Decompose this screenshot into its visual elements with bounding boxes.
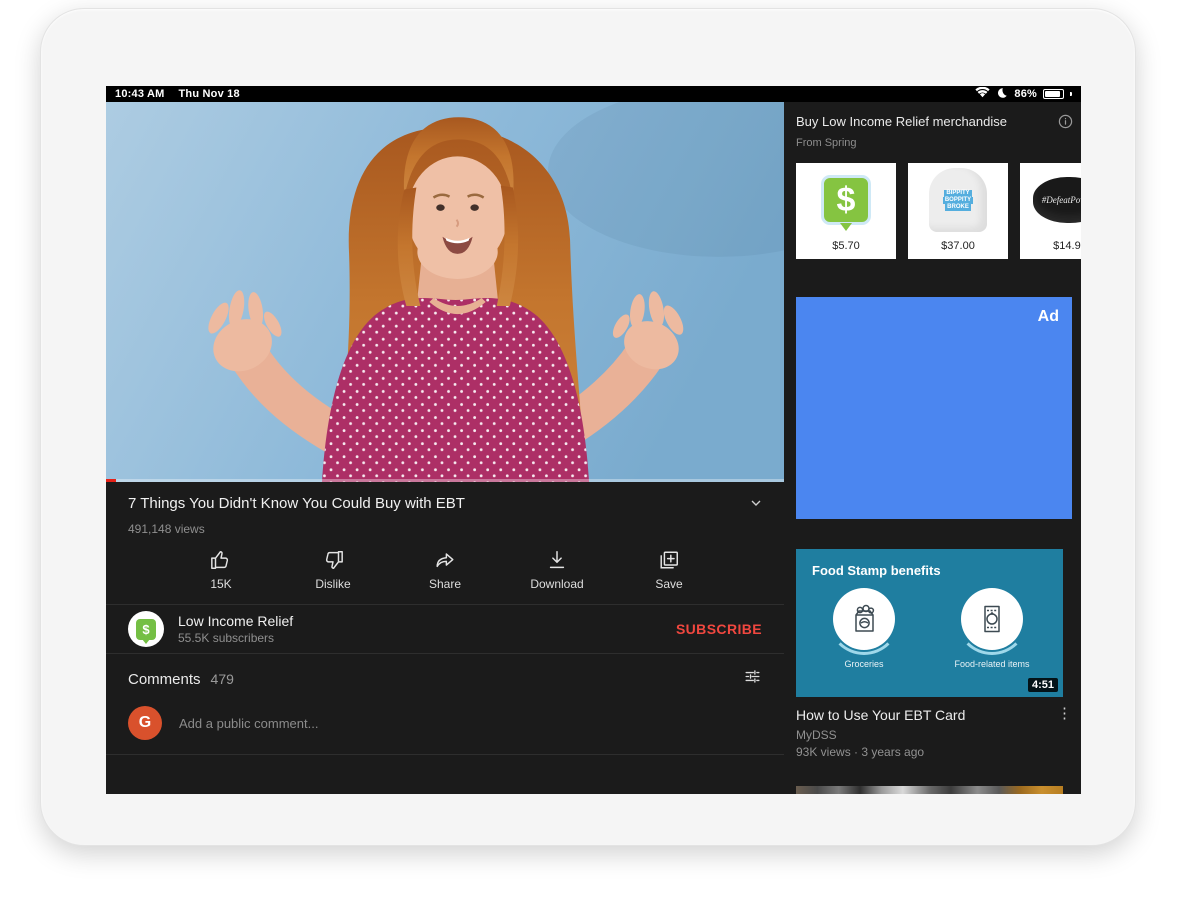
comments-header: Comments 479 (106, 654, 784, 691)
tablet-frame: 10:43 AM Thu Nov 18 86% (40, 8, 1136, 846)
status-time: 10:43 AM (115, 88, 165, 100)
wifi-icon (975, 87, 990, 101)
merch-title: Buy Low Income Relief merchandise (796, 114, 1007, 129)
info-icon[interactable] (1058, 114, 1073, 134)
moon-icon (996, 87, 1008, 102)
merch-card-hoodie[interactable]: BIPPITY BOPPITY BROKE $37.00 (908, 163, 1008, 259)
battery-nub (1070, 92, 1072, 96)
comments-count: 479 (211, 671, 234, 687)
product-price: $37.00 (941, 240, 975, 252)
grocery-bag-icon (833, 588, 895, 650)
share-label: Share (429, 577, 461, 591)
ad-label: Ad (1038, 308, 1059, 326)
thumbnail-item-groceries: Groceries (822, 588, 906, 669)
fanny-pack-graphic: #DefeatPoverty (1033, 177, 1081, 223)
thumbnail-label: Groceries (844, 659, 883, 669)
save-icon (658, 549, 680, 571)
content: 7 Things You Didn't Know You Could Buy w… (106, 102, 1081, 794)
chevron-down-icon[interactable] (748, 495, 764, 516)
dislike-label: Dislike (315, 577, 350, 591)
video-player[interactable] (106, 102, 784, 482)
suggested-video-thumbnail[interactable]: Food Stamp benefits Groceries (796, 549, 1063, 697)
channel-row[interactable]: $ Low Income Relief 55.5K subscribers SU… (106, 605, 784, 653)
merch-header: Buy Low Income Relief merchandise (796, 102, 1081, 134)
user-avatar[interactable]: G (128, 706, 162, 740)
product-image: BIPPITY BOPPITY BROKE (908, 163, 1008, 237)
merch-subtitle: From Spring (796, 137, 1081, 149)
thumbnail-heading: Food Stamp benefits (812, 563, 1063, 578)
ad-banner[interactable]: Ad (796, 297, 1072, 519)
video-progress-bar[interactable] (106, 479, 784, 482)
next-video-thumbnail-partial[interactable] (796, 786, 1063, 794)
sidebar: Buy Low Income Relief merchandise From S… (784, 102, 1081, 794)
video-frame-illustration (106, 102, 784, 482)
battery-icon (1043, 89, 1064, 99)
thumbnail-item-food-related: Food-related items (950, 588, 1034, 669)
like-count: 15K (210, 577, 231, 591)
product-price: $5.70 (832, 240, 860, 252)
kebab-menu-icon[interactable]: ⋮ (1057, 707, 1072, 723)
download-icon (546, 549, 568, 571)
page: 10:43 AM Thu Nov 18 86% (0, 0, 1200, 904)
status-date: Thu Nov 18 (179, 88, 240, 100)
thumbnail-circles: Groceries Food-related items (812, 588, 1063, 669)
food-box-icon (961, 588, 1023, 650)
subscribe-button[interactable]: SUBSCRIBE (676, 621, 762, 637)
dollar-logo-icon: $ (821, 175, 871, 225)
hoodie-print-text: BIPPITY BOPPITY BROKE (943, 190, 973, 211)
merch-card-dollar-logo[interactable]: $ $5.70 (796, 163, 896, 259)
tune-icon (743, 667, 762, 686)
screen: 10:43 AM Thu Nov 18 86% (106, 86, 1081, 794)
comments-sort-button[interactable] (743, 667, 762, 691)
main-column: 7 Things You Didn't Know You Could Buy w… (106, 102, 784, 794)
view-count: 491,148 views (106, 516, 784, 536)
like-button[interactable]: 15K (190, 549, 252, 591)
suggested-video-title[interactable]: How to Use Your EBT Card (796, 707, 1036, 723)
suggested-video-meta: How to Use Your EBT Card ⋮ (796, 707, 1072, 723)
thumbs-down-icon (322, 549, 344, 571)
duration-badge: 4:51 (1028, 678, 1058, 692)
channel-name: Low Income Relief (178, 613, 293, 629)
fanny-pack-print-text: #DefeatPoverty (1042, 195, 1081, 205)
channel-info: Low Income Relief 55.5K subscribers (178, 613, 293, 645)
channel-subscribers: 55.5K subscribers (178, 631, 293, 645)
share-button[interactable]: Share (414, 549, 476, 591)
product-image: #DefeatPoverty (1020, 163, 1081, 237)
action-bar: 15K Dislike Share Download (106, 549, 784, 591)
thumbs-up-icon (210, 549, 232, 571)
suggested-video-stats: 93K views · 3 years ago (796, 745, 1081, 759)
product-price: $14.99 (1053, 240, 1081, 252)
comment-input[interactable]: Add a public comment... (179, 716, 318, 731)
battery-percent: 86% (1014, 88, 1037, 100)
merch-card-list: $ $5.70 BIPPITY BOPPITY BROKE (796, 163, 1081, 259)
save-label: Save (655, 577, 682, 591)
dislike-button[interactable]: Dislike (302, 549, 364, 591)
share-icon (434, 549, 456, 571)
video-title: 7 Things You Didn't Know You Could Buy w… (128, 495, 465, 512)
merch-card-fanny-pack[interactable]: #DefeatPoverty $14.99 (1020, 163, 1081, 259)
video-progress-played (106, 479, 116, 482)
product-image: $ (796, 163, 896, 237)
channel-avatar[interactable]: $ (128, 611, 164, 647)
suggested-video-channel: MyDSS (796, 728, 1081, 742)
status-bar: 10:43 AM Thu Nov 18 86% (106, 86, 1081, 102)
hoodie-graphic: BIPPITY BOPPITY BROKE (929, 168, 987, 232)
comments-title: Comments (128, 671, 201, 688)
dollar-bubble-icon: $ (136, 619, 156, 640)
comment-compose-row: G Add a public comment... (106, 691, 784, 754)
divider (106, 754, 784, 755)
download-button[interactable]: Download (526, 549, 588, 591)
download-label: Download (530, 577, 583, 591)
thumbnail-label: Food-related items (954, 659, 1029, 669)
status-icons: 86% (975, 87, 1072, 102)
save-button[interactable]: Save (638, 549, 700, 591)
